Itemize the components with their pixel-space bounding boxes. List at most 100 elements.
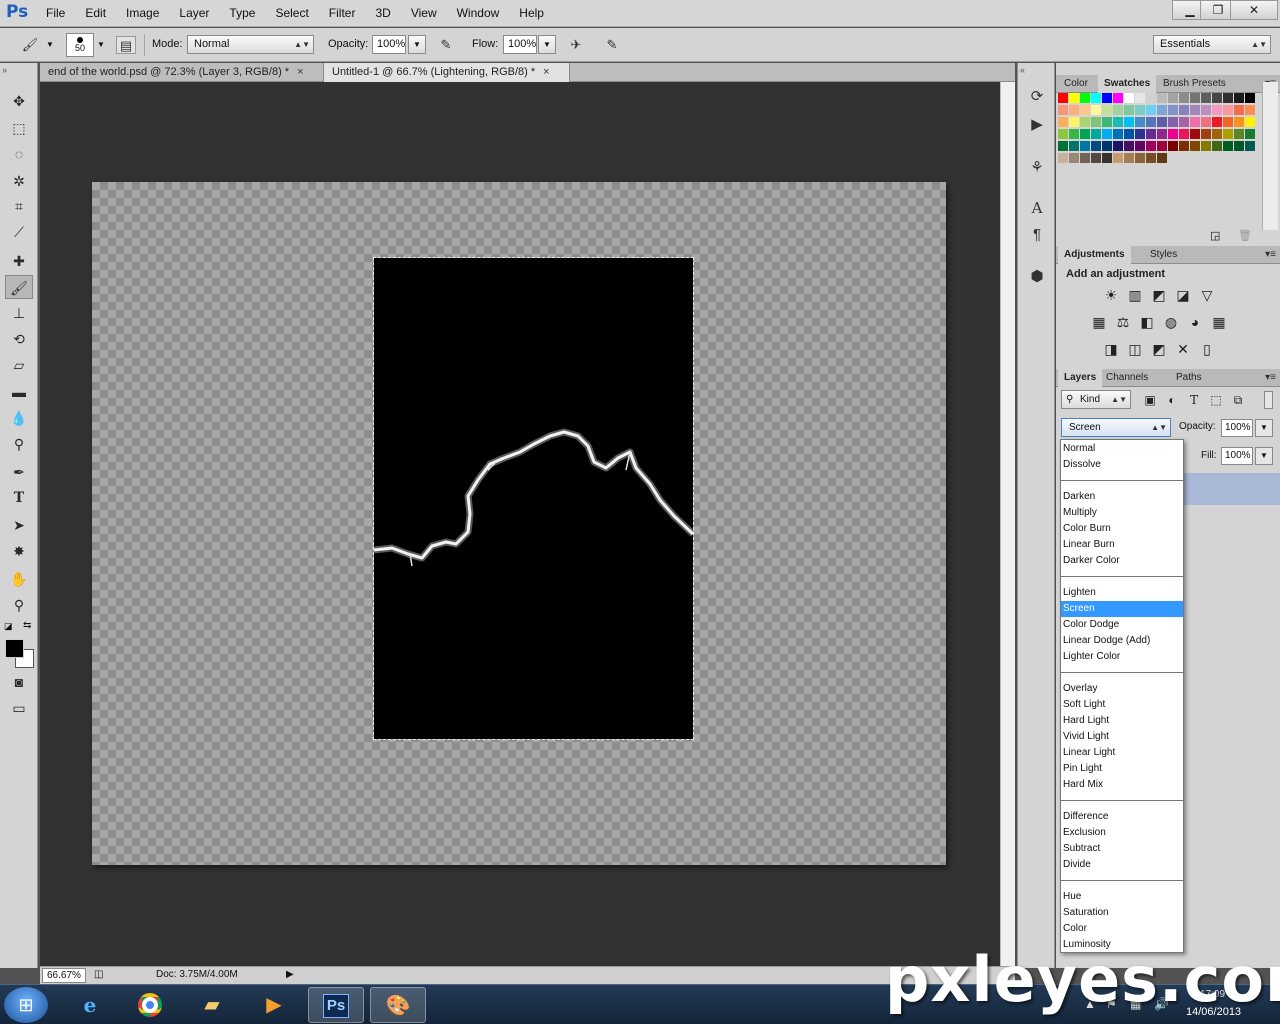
close-icon[interactable]: × [543, 66, 549, 78]
blend-mode-color-burn[interactable]: Color Burn [1061, 521, 1183, 537]
swatch[interactable] [1124, 153, 1134, 163]
blend-mode-color[interactable]: Color [1061, 921, 1183, 937]
blend-mode-difference[interactable]: Difference [1061, 809, 1183, 825]
swatch[interactable] [1113, 141, 1123, 151]
blend-mode-hard-light[interactable]: Hard Light [1061, 713, 1183, 729]
layer-opacity-arrow-icon[interactable]: ▼ [1255, 419, 1273, 437]
menu-help[interactable]: Help [509, 0, 554, 27]
new-swatch-icon[interactable]: ◲ [1210, 229, 1220, 242]
menu-image[interactable]: Image [116, 0, 169, 27]
zoom-tool-icon[interactable]: ⚲ [5, 593, 33, 617]
swatch[interactable] [1212, 105, 1222, 115]
brush-picker-arrow-icon[interactable]: ▼ [97, 40, 105, 49]
menu-file[interactable]: File [36, 0, 75, 27]
swatch[interactable] [1201, 93, 1211, 103]
blend-mode-hard-mix[interactable]: Hard Mix [1061, 777, 1183, 793]
swatch[interactable] [1135, 153, 1145, 163]
tab-paths[interactable]: Paths [1170, 369, 1208, 387]
swatch[interactable] [1201, 129, 1211, 139]
swatch[interactable] [1091, 105, 1101, 115]
swatch[interactable] [1223, 117, 1233, 127]
swatch[interactable] [1080, 117, 1090, 127]
media-player-icon[interactable]: ▶ [246, 987, 302, 1023]
tab-color[interactable]: Color [1058, 75, 1094, 93]
adjustment-2-4-icon[interactable]: ▯ [1198, 341, 1216, 357]
adjustment-2-0-icon[interactable]: ◨ [1102, 341, 1120, 357]
blend-mode-saturation[interactable]: Saturation [1061, 905, 1183, 921]
blend-mode-soft-light[interactable]: Soft Light [1061, 697, 1183, 713]
swatch[interactable] [1190, 129, 1200, 139]
swatch[interactable] [1058, 153, 1068, 163]
menu-select[interactable]: Select [265, 0, 318, 27]
swatch[interactable] [1201, 141, 1211, 151]
brush-tool-icon[interactable]: 🖌 [20, 36, 40, 54]
blend-mode-pin-light[interactable]: Pin Light [1061, 761, 1183, 777]
blend-mode-subtract[interactable]: Subtract [1061, 841, 1183, 857]
brush-panel-icon[interactable]: ⚘ [1024, 156, 1050, 180]
swatch[interactable] [1190, 93, 1200, 103]
clone-stamp-tool-icon[interactable]: ⊥ [5, 301, 33, 325]
photoshop-taskbar-button[interactable]: Ps [308, 987, 364, 1023]
menu-view[interactable]: View [401, 0, 447, 27]
layer-fill-input[interactable]: 100% [1221, 447, 1253, 465]
swatch[interactable] [1102, 117, 1112, 127]
swatch[interactable] [1080, 105, 1090, 115]
brush-panel-toggle-icon[interactable]: ▤ [116, 36, 136, 54]
blend-mode-exclusion[interactable]: Exclusion [1061, 825, 1183, 841]
adjustment-0-4-icon[interactable]: ▽ [1198, 287, 1216, 303]
tab-swatches[interactable]: Swatches [1098, 75, 1157, 93]
swatch[interactable] [1091, 117, 1101, 127]
start-button[interactable]: ⊞ [4, 987, 48, 1023]
swatch[interactable] [1234, 129, 1244, 139]
swatch[interactable] [1091, 141, 1101, 151]
adjustment-1-0-icon[interactable]: ▦ [1090, 314, 1108, 330]
adjustment-2-2-icon[interactable]: ◩ [1150, 341, 1168, 357]
swatch[interactable] [1124, 105, 1134, 115]
file-explorer-icon[interactable]: ▰ [184, 987, 240, 1023]
swap-colors-icon[interactable]: ⇆ [23, 620, 31, 631]
swatch[interactable] [1102, 141, 1112, 151]
blend-mode-dropdown[interactable]: Screen ▲▼ [1061, 418, 1171, 437]
blur-tool-icon[interactable]: 💧 [5, 406, 33, 430]
swatch[interactable] [1069, 153, 1079, 163]
history-panel-icon[interactable]: ⟳ [1024, 85, 1050, 109]
tool-preset-arrow-icon[interactable]: ▼ [46, 40, 54, 49]
swatch[interactable] [1179, 141, 1189, 151]
swatch[interactable] [1234, 93, 1244, 103]
swatch[interactable] [1223, 141, 1233, 151]
collapse-panel-icon[interactable]: » [2, 65, 7, 75]
swatch[interactable] [1102, 93, 1112, 103]
pen-tool-icon[interactable]: ✒ [5, 460, 33, 484]
adjustment-2-3-icon[interactable]: ✕ [1174, 341, 1192, 357]
swatch[interactable] [1080, 129, 1090, 139]
swatch[interactable] [1146, 153, 1156, 163]
swatch[interactable] [1190, 141, 1200, 151]
swatch[interactable] [1058, 117, 1068, 127]
hand-tool-icon[interactable]: ✋ [5, 567, 33, 591]
close-icon[interactable]: × [297, 66, 303, 78]
adjustment-1-5-icon[interactable]: ▦ [1210, 314, 1228, 330]
filter-pixel-icon[interactable]: ▣ [1142, 392, 1158, 408]
blend-mode-divide[interactable]: Divide [1061, 857, 1183, 873]
swatch[interactable] [1091, 93, 1101, 103]
layer-opacity-input[interactable]: 100% [1221, 419, 1253, 437]
swatch[interactable] [1080, 93, 1090, 103]
swatch[interactable] [1146, 141, 1156, 151]
layer-filter-kind-dropdown[interactable]: ⚲ Kind ▲▼ [1061, 390, 1131, 409]
eyedropper-tool-icon[interactable]: ⟋ [5, 220, 33, 244]
blend-mode-lighten[interactable]: Lighten [1061, 585, 1183, 601]
swatch[interactable] [1234, 105, 1244, 115]
collapse-panel-icon[interactable]: « [1020, 65, 1025, 75]
blend-mode-lighter-color[interactable]: Lighter Color [1061, 649, 1183, 665]
swatch-grid[interactable] [1058, 93, 1255, 191]
swatch[interactable] [1113, 105, 1123, 115]
panel-menu-icon[interactable]: ▾≡ [1265, 246, 1276, 264]
adjustment-0-3-icon[interactable]: ◪ [1174, 287, 1192, 303]
swatch[interactable] [1245, 141, 1255, 151]
swatch[interactable] [1245, 93, 1255, 103]
airbrush-icon[interactable]: ✈ [566, 36, 586, 54]
swatch[interactable] [1069, 129, 1079, 139]
brush-tool-icon[interactable]: 🖌 [5, 275, 33, 299]
blend-mode-normal[interactable]: Normal [1061, 441, 1183, 457]
pressure-opacity-icon[interactable]: ✎ [436, 36, 456, 54]
